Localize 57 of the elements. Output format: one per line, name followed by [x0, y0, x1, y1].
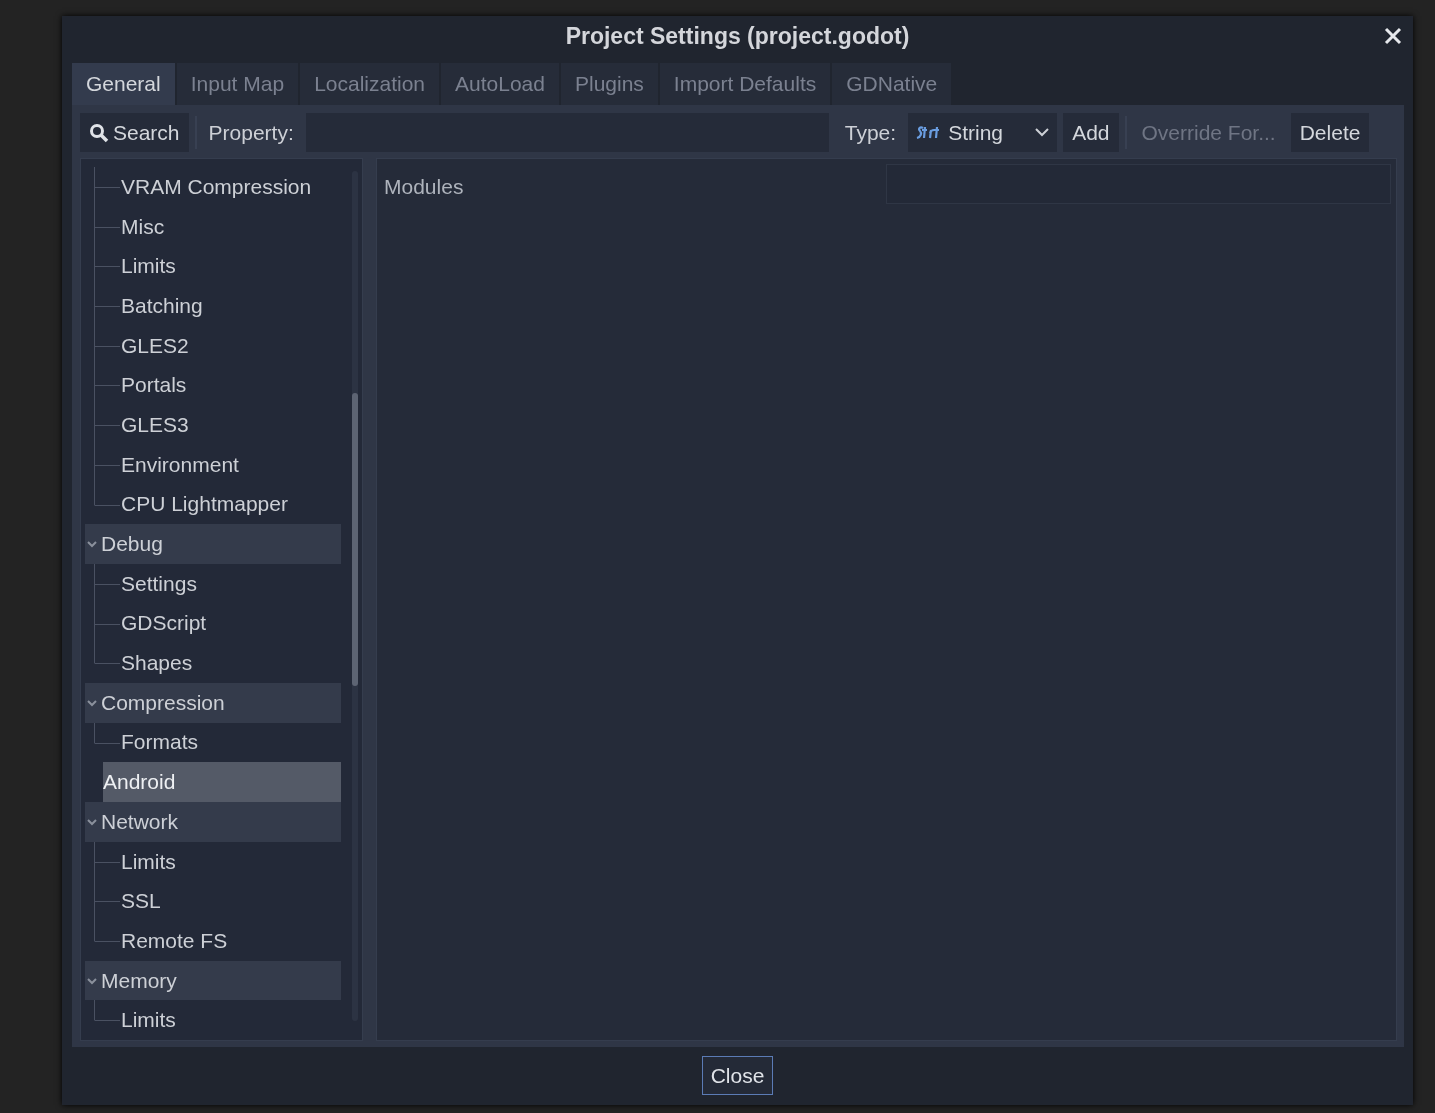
connector-line: [94, 246, 120, 287]
caret-icon: [1035, 128, 1050, 137]
tab[interactable]: Input Map: [176, 63, 301, 105]
tree-item[interactable]: Remote FS: [85, 921, 341, 961]
tree-section[interactable]: Debug: [85, 524, 341, 564]
tab[interactable]: GDNative: [832, 63, 954, 105]
tree-item[interactable]: Batching: [85, 286, 341, 326]
tree-item[interactable]: VRAM Compression: [85, 167, 341, 207]
tree-item[interactable]: Settings: [85, 563, 341, 604]
tree-item[interactable]: Formats: [85, 722, 341, 763]
type-dropdown[interactable]: String: [908, 113, 1058, 152]
connector-line: [94, 206, 120, 247]
connector-line: [94, 563, 120, 604]
search-button[interactable]: Search: [80, 113, 189, 152]
window-title: Project Settings (project.godot): [565, 22, 910, 50]
tree-item[interactable]: GLES3: [85, 405, 341, 445]
close-button[interactable]: Close: [701, 1056, 774, 1095]
chevron-icon: [85, 975, 99, 986]
tab[interactable]: Plugins: [560, 63, 660, 105]
tab[interactable]: Localization: [300, 63, 442, 105]
tab[interactable]: AutoLoad: [441, 63, 561, 105]
chevron-icon: [85, 697, 99, 708]
tree-item[interactable]: Limits: [85, 841, 341, 882]
tree-item[interactable]: Portals: [85, 365, 341, 406]
tree-item[interactable]: Misc: [85, 206, 341, 247]
tree-item[interactable]: Limits: [85, 246, 341, 287]
delete-button[interactable]: Delete: [1290, 113, 1370, 152]
tab[interactable]: General: [72, 63, 177, 105]
property-label: Property:: [207, 119, 295, 146]
connector-line: [94, 722, 120, 744]
connector-line: [94, 405, 120, 446]
close-icon[interactable]: [1383, 26, 1403, 46]
tree-item[interactable]: CPU Lightmapper: [85, 484, 341, 525]
tree-item[interactable]: SSL: [85, 881, 341, 922]
connector-line: [94, 325, 120, 366]
chevron-icon: [85, 539, 99, 550]
tree-section[interactable]: Network: [85, 802, 341, 842]
tree-item[interactable]: Limits: [85, 1000, 341, 1040]
connector-line: [94, 841, 120, 882]
connector-line: [94, 365, 120, 406]
tree-item[interactable]: GLES2: [85, 325, 341, 366]
scrollbar[interactable]: [352, 171, 358, 1021]
tree-item[interactable]: GDScript: [85, 603, 341, 644]
search-icon: [89, 122, 109, 143]
type-label: Type:: [843, 119, 898, 146]
connector-line: [94, 1000, 120, 1022]
tree-item[interactable]: Android: [103, 762, 341, 802]
add-button[interactable]: Add: [1063, 113, 1119, 152]
tab[interactable]: Import Defaults: [659, 63, 833, 105]
chevron-icon: [85, 816, 99, 827]
connector-line: [94, 286, 120, 327]
tree-section[interactable]: Memory: [85, 960, 341, 1001]
tree-item[interactable]: Shapes: [85, 643, 341, 683]
connector-line: [94, 167, 120, 207]
tree-item[interactable]: Environment: [85, 444, 341, 485]
tree-section[interactable]: Compression: [85, 682, 341, 723]
section-label: Modules: [384, 174, 465, 199]
